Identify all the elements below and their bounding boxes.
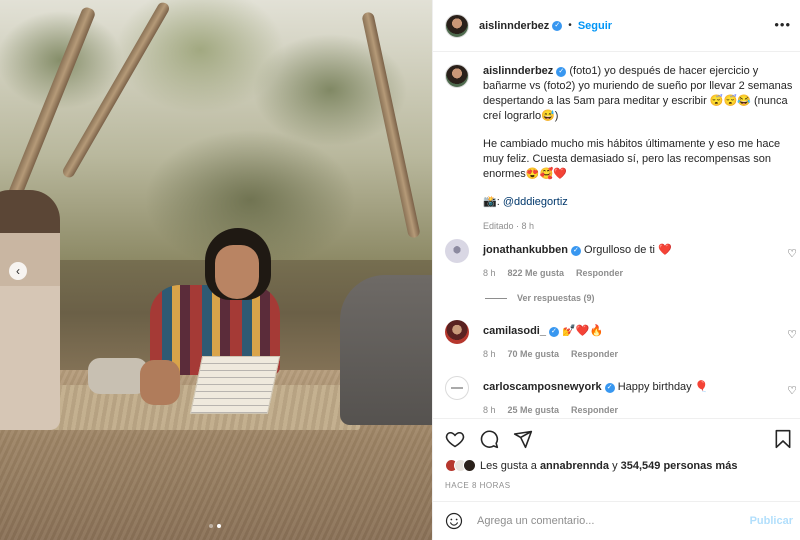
comment-likes[interactable]: 25 Me gusta (508, 405, 560, 415)
likes-text: Les gusta a annabrennda y 354,549 person… (480, 460, 737, 472)
comment-like-heart-icon[interactable]: ♡ (787, 384, 797, 397)
publish-comment-button[interactable]: Publicar (750, 515, 793, 527)
emoji-smiley-icon[interactable] (445, 512, 463, 530)
share-paper-plane-icon[interactable] (513, 429, 533, 449)
caption-mention-link[interactable]: @dddiegortiz (503, 196, 568, 208)
comment-input[interactable] (477, 514, 737, 527)
verified-badge-icon: ✓ (570, 246, 581, 256)
comment-username[interactable]: camilasodi_ (483, 325, 546, 337)
comment-avatar[interactable] (445, 376, 469, 400)
comment-likes[interactable]: 70 Me gusta (508, 349, 560, 359)
person-left (0, 190, 60, 430)
post-caption: aislinnderbez ✓ (foto1) yo después de hac… (445, 64, 793, 234)
woman-face (215, 245, 259, 299)
separator-dot: • (568, 20, 572, 31)
like-heart-icon[interactable] (445, 429, 465, 449)
woman-arm (140, 360, 180, 405)
comment-like-heart-icon[interactable]: ♡ (787, 328, 797, 341)
comment-reply-button[interactable]: Responder (571, 405, 618, 415)
comment-reply-button[interactable]: Responder (576, 268, 623, 278)
verified-badge-icon: ✓ (548, 327, 559, 337)
likes-middle: y (609, 459, 621, 472)
likes-count-link[interactable]: 354,549 personas más (621, 460, 738, 472)
person-right (340, 275, 432, 425)
chevron-left-icon: ‹ (16, 264, 20, 278)
liker-avatar (463, 459, 476, 472)
replies-line (485, 297, 507, 299)
carousel-indicator (209, 524, 221, 528)
carousel-dot (209, 524, 213, 528)
post-actions: Les gusta a annabrennda y 354,549 person… (433, 418, 800, 538)
previous-photo-button[interactable]: ‹ (9, 262, 27, 280)
notebook (189, 356, 281, 414)
post-panel: aislinnderbez ✓ • Seguir ••• aislinnderb… (432, 0, 800, 540)
caption-avatar[interactable] (445, 64, 469, 88)
comment-time: 8 h (483, 405, 496, 415)
author-avatar[interactable] (445, 13, 469, 38)
caption-username[interactable]: aislinnderbez (483, 65, 553, 77)
post-photo[interactable]: ‹ (0, 0, 432, 540)
comment-bubble-icon[interactable] (479, 429, 499, 449)
comment-like-heart-icon[interactable]: ♡ (787, 247, 797, 260)
comment-text: Orgulloso de ti ❤️ (584, 244, 672, 256)
comment-item: camilasodi_ ✓ 💅❤️🔥 8 h 70 Me gusta Respon… (445, 320, 797, 359)
action-icons (445, 429, 533, 449)
caption-edited: Editado · 8 h (483, 221, 535, 231)
comment-text: Happy birthday 🎈 (617, 381, 709, 393)
add-comment-bar: Publicar (433, 501, 800, 539)
backpack (88, 358, 148, 394)
caption-body: aislinnderbez ✓ (foto1) yo después de hac… (483, 64, 793, 234)
author-username[interactable]: aislinnderbez (479, 20, 549, 32)
comment-username[interactable]: carloscamposnewyork (483, 381, 602, 393)
comment-likes[interactable]: 822 Me gusta (508, 268, 565, 278)
comment-avatar[interactable] (445, 239, 469, 263)
follow-button[interactable]: Seguir (578, 20, 612, 32)
verified-badge-icon: ✓ (604, 383, 615, 393)
carousel-dot-active (217, 524, 221, 528)
comment-avatar[interactable] (445, 320, 469, 344)
view-replies-button[interactable]: Ver respuestas (9) (485, 293, 595, 303)
comment-text: 💅❤️🔥 (562, 325, 604, 337)
view-replies-label: Ver respuestas (9) (517, 293, 595, 303)
likes-user-link[interactable]: annabrennda (540, 460, 609, 472)
verified-badge-icon: ✓ (556, 67, 567, 77)
comment-username[interactable]: jonathankubben (483, 244, 568, 256)
comment-time: 8 h (483, 349, 496, 359)
comment-item: jonathankubben ✓ Orgulloso de ti ❤️ 8 h 8… (445, 239, 797, 278)
more-options-icon[interactable]: ••• (774, 17, 791, 32)
post-timestamp: HACE 8 HORAS (445, 481, 511, 490)
post-header: aislinnderbez ✓ • Seguir ••• (433, 0, 800, 52)
comment-reply-button[interactable]: Responder (571, 349, 618, 359)
comment-item: carloscamposnewyork ✓ Happy birthday 🎈 8 … (445, 376, 797, 415)
likes-summary: Les gusta a annabrennda y 354,549 person… (445, 459, 737, 472)
comment-time: 8 h (483, 268, 496, 278)
likes-prefix: Les gusta a (480, 459, 540, 472)
verified-badge-icon: ✓ (552, 20, 563, 31)
caption-text-2: He cambiado mucho mis hábitos últimament… (483, 138, 781, 180)
save-bookmark-icon[interactable] (773, 429, 793, 449)
caption-credit-prefix: 📸: (483, 196, 503, 208)
